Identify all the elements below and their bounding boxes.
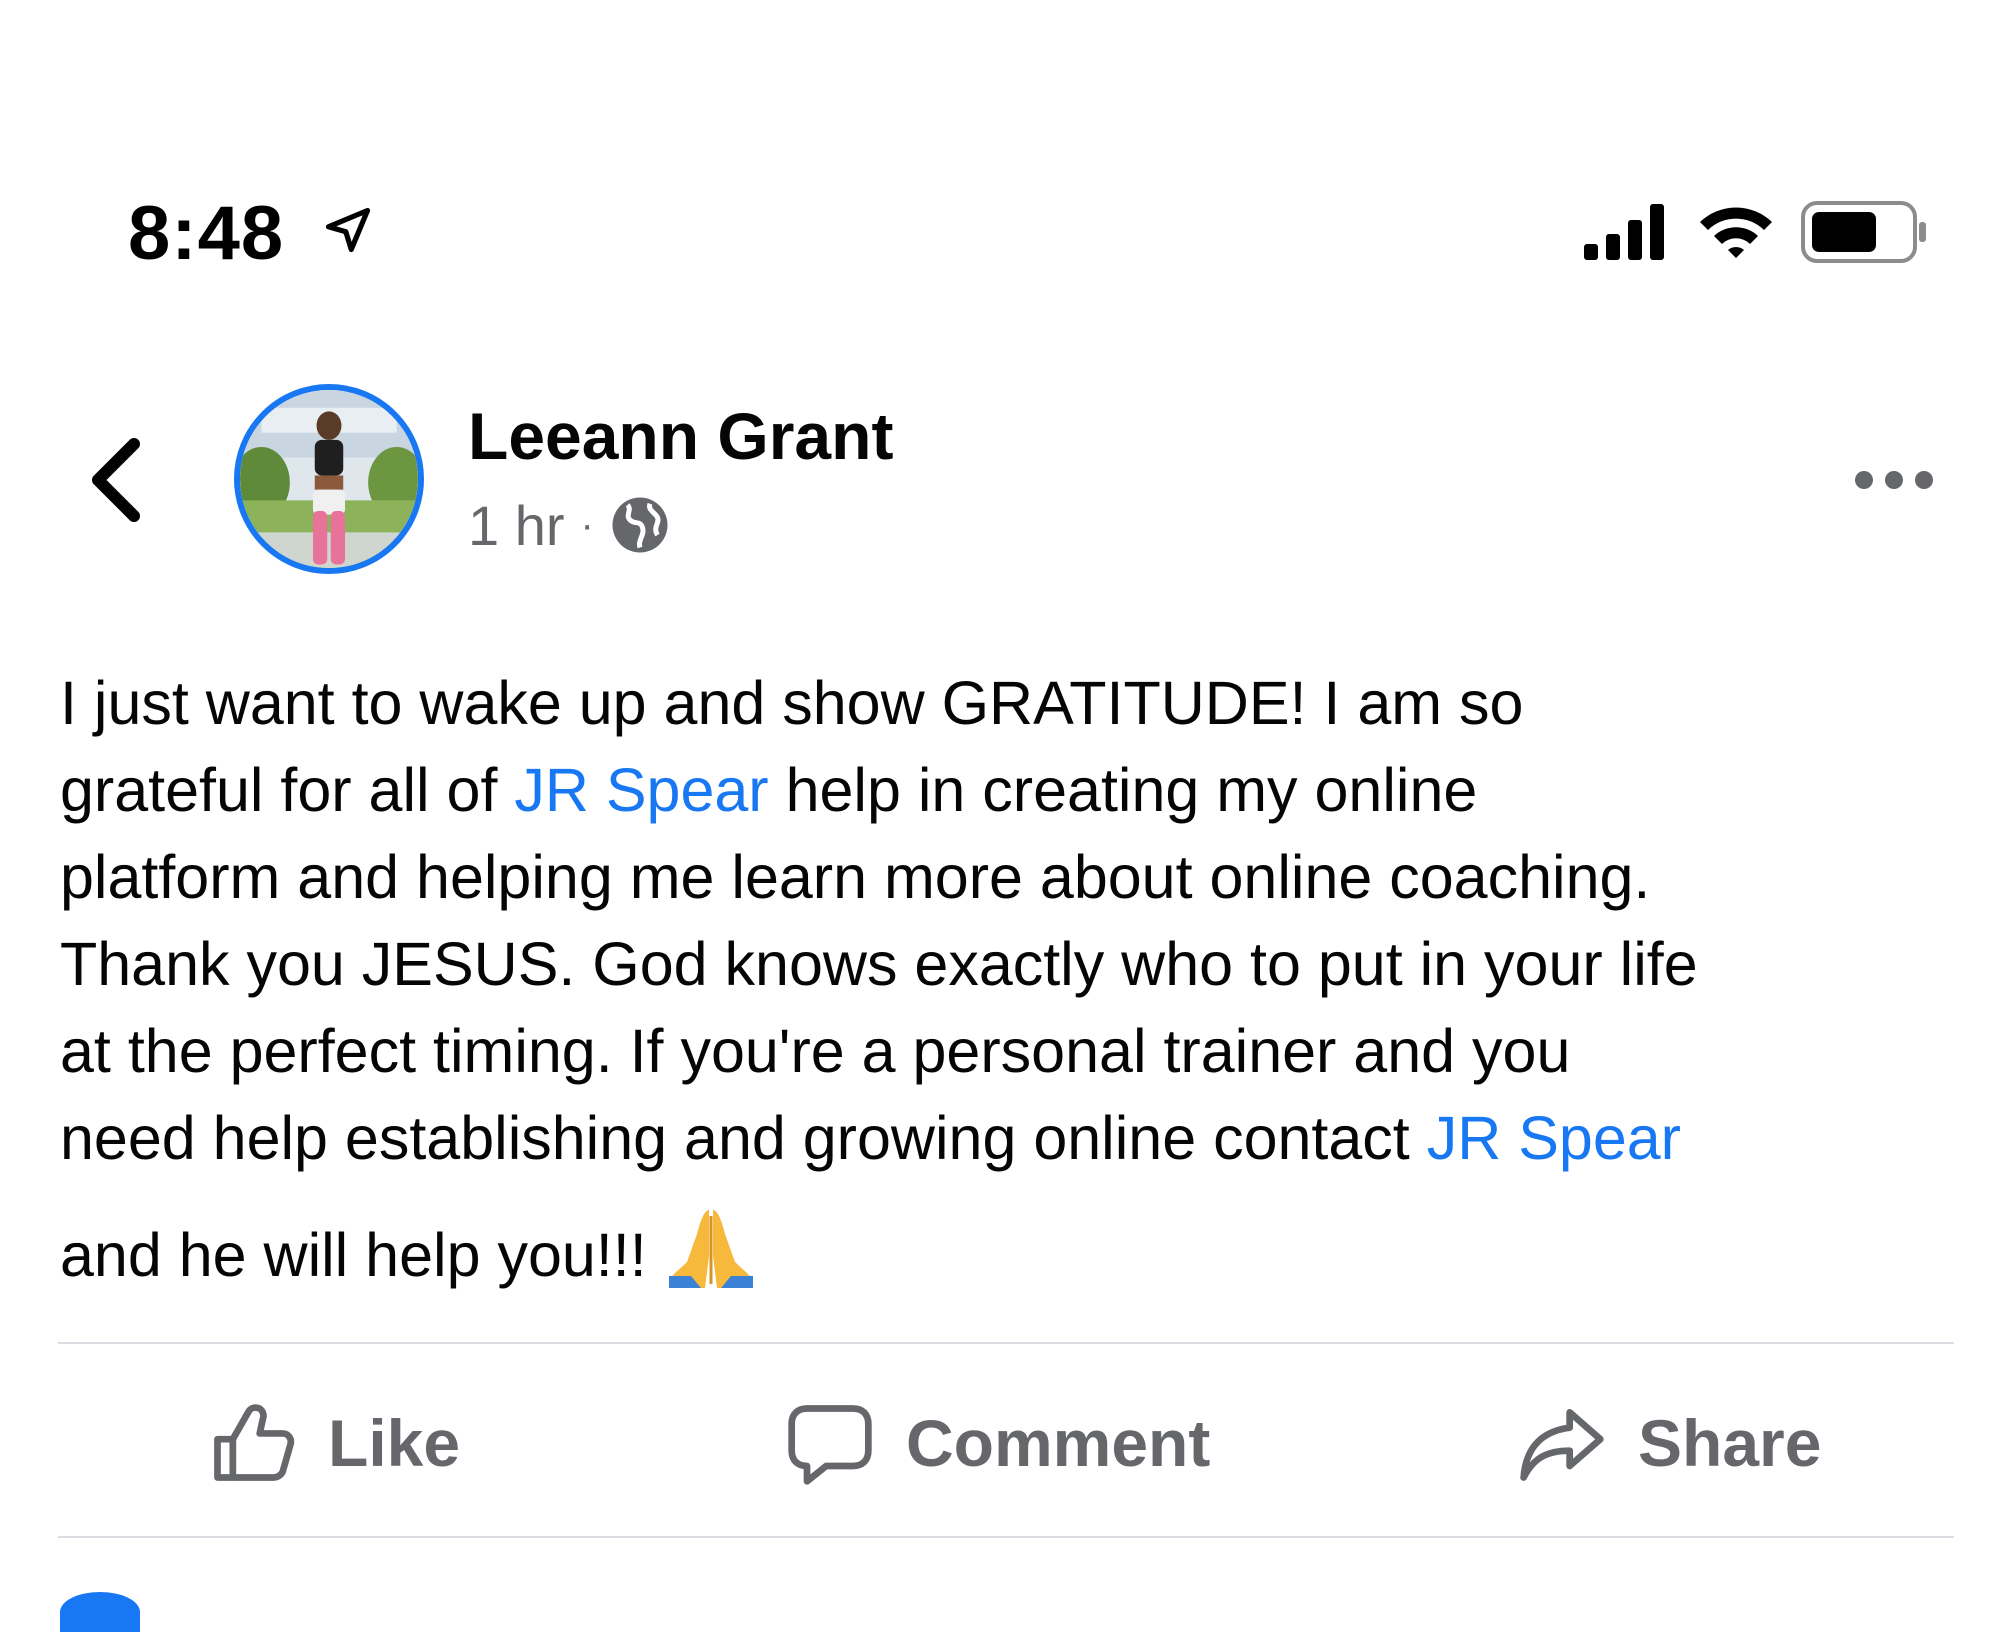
- wifi-icon: [1700, 207, 1772, 258]
- back-chevron-icon[interactable]: [80, 430, 150, 530]
- next-avatar-peek: [60, 1592, 140, 1632]
- battery-icon: [1801, 201, 1926, 263]
- post-line: and he will help you!!!: [60, 1204, 1960, 1291]
- mention-link[interactable]: JR Spear: [1427, 1104, 1681, 1172]
- post-meta: 1 hr ·: [468, 492, 670, 558]
- post-text-segment: grateful for all of: [60, 756, 515, 824]
- location-arrow-icon: [325, 207, 371, 253]
- post-text-segment: I just want to wake up and show GRATITUD…: [60, 669, 1524, 737]
- comment-label: Comment: [906, 1406, 1211, 1480]
- post-line: at the perfect timing. If you're a perso…: [60, 1008, 1960, 1095]
- cellular-signal-icon: [1584, 204, 1664, 260]
- post-text-segment: at the perfect timing. If you're a perso…: [60, 1017, 1571, 1085]
- globe-icon: [612, 497, 668, 553]
- folded-hands-icon: [668, 1210, 753, 1288]
- post-text-segment: need help establishing and growing onlin…: [60, 1104, 1427, 1172]
- post-text-segment: Thank you JESUS. God knows exactly who t…: [60, 930, 1698, 998]
- share-button[interactable]: Share: [1516, 1398, 1821, 1488]
- post-text: I just want to wake up and show GRATITUD…: [60, 660, 1960, 1291]
- like-label: Like: [328, 1406, 461, 1480]
- mention-link[interactable]: JR Spear: [514, 756, 768, 824]
- thumbs-up-icon: [214, 1404, 295, 1481]
- post-line: I just want to wake up and show GRATITUD…: [60, 660, 1960, 747]
- post-text-segment: help in creating my online: [768, 756, 1478, 824]
- post-text-segment: and he will help you!!!: [60, 1221, 647, 1289]
- status-time: 8:48: [128, 191, 285, 276]
- share-label: Share: [1638, 1406, 1822, 1480]
- share-arrow-icon: [1520, 1408, 1604, 1481]
- like-button[interactable]: Like: [206, 1398, 460, 1488]
- more-options-icon[interactable]: [1852, 462, 1936, 498]
- post-line: grateful for all of JR Spear help in cre…: [60, 747, 1960, 834]
- post-timestamp[interactable]: 1 hr: [468, 493, 565, 558]
- post-text-segment: platform and helping me learn more about…: [60, 843, 1651, 911]
- comment-bubble-icon: [788, 1405, 872, 1485]
- post-line: need help establishing and growing onlin…: [60, 1095, 1960, 1182]
- actions-divider-bottom: [58, 1536, 1954, 1538]
- avatar-photo: [240, 390, 418, 568]
- post-line: platform and helping me learn more about…: [60, 834, 1960, 921]
- status-bar: 8:48: [0, 0, 2000, 320]
- author-name[interactable]: Leeann Grant: [468, 398, 893, 474]
- post-actions: Like Comment Share: [0, 1344, 2000, 1534]
- post-line: Thank you JESUS. God knows exactly who t…: [60, 921, 1960, 1008]
- comment-button[interactable]: Comment: [784, 1398, 1210, 1488]
- meta-separator: ·: [580, 502, 594, 547]
- author-avatar[interactable]: [234, 384, 424, 574]
